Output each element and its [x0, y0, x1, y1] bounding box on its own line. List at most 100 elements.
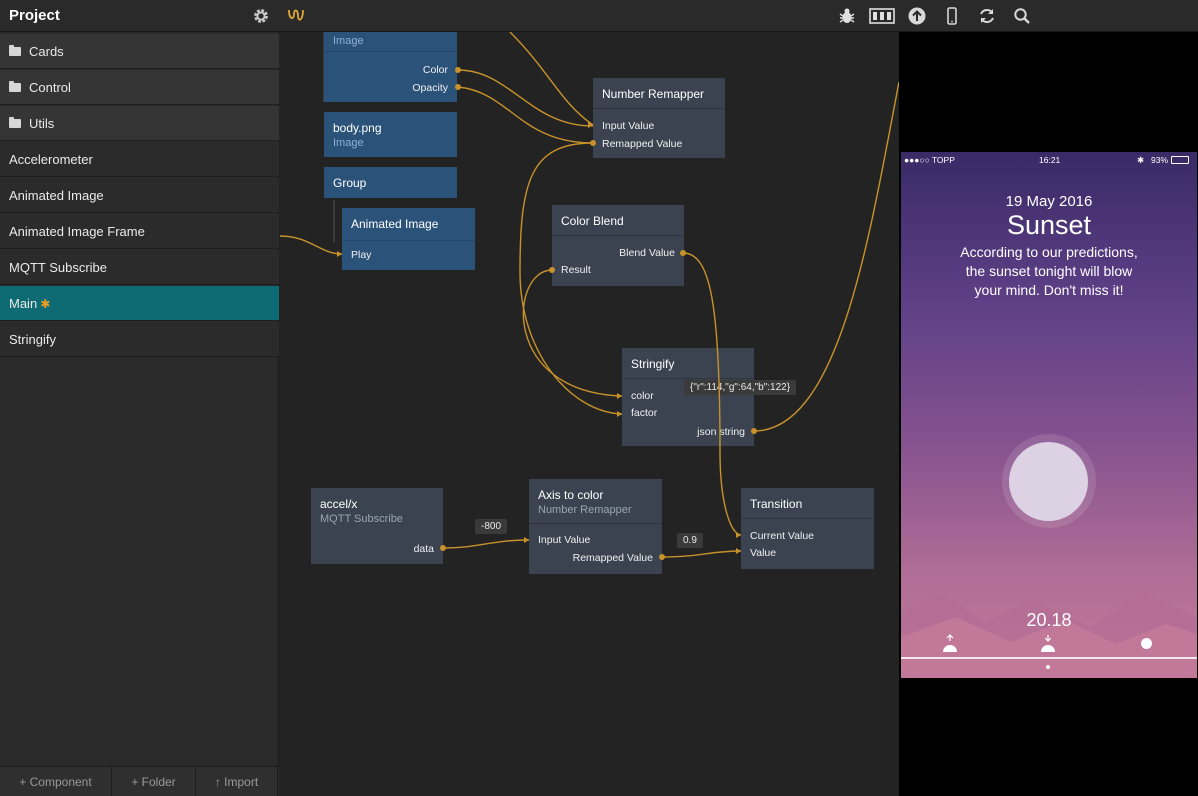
port-blend-value[interactable]: Blend Value — [619, 247, 675, 259]
node-title: Number Remapper — [602, 87, 704, 101]
port-current-value[interactable]: Current Value — [750, 530, 814, 542]
port-play[interactable]: Play — [351, 249, 371, 261]
folder-icon — [9, 47, 21, 56]
sidebar-item-mqtt-subscribe[interactable]: MQTT Subscribe — [0, 250, 279, 285]
port-input-value[interactable]: Input Value — [602, 120, 654, 132]
stringify-node[interactable]: Stringify color factor json string — [622, 348, 754, 446]
gear-icon[interactable] — [251, 6, 271, 26]
group-node[interactable]: Group — [324, 167, 457, 198]
sidebar-item-cards[interactable]: Cards — [0, 34, 279, 69]
port-factor[interactable]: factor — [631, 407, 657, 419]
node-title: Animated Image — [351, 217, 438, 231]
remapped-value-tag: 0.9 — [677, 533, 703, 548]
sidebar-item-label: Main — [9, 296, 37, 311]
sidebar-item-accelerometer[interactable]: Accelerometer — [0, 142, 279, 177]
sidebar-item-stringify[interactable]: Stringify — [0, 322, 279, 357]
node-graph-canvas[interactable]: Image Color Opacity body.png Image Group… — [280, 32, 899, 796]
number-remapper-node[interactable]: Number Remapper Input Value Remapped Val… — [593, 78, 725, 158]
port-json-string[interactable]: json string — [697, 426, 745, 438]
panels-icon[interactable] — [869, 6, 895, 26]
message-line-3: your mind. Don't miss it! — [901, 282, 1197, 298]
top-toolbar: Project — [0, 0, 1198, 32]
body-png-node[interactable]: body.png Image — [324, 112, 457, 157]
folder-icon — [9, 119, 21, 128]
port-remapped-value[interactable]: Remapped Value — [602, 138, 682, 150]
root-component-star-icon: ✱ — [40, 297, 50, 311]
sidebar-item-label: Animated Image — [9, 188, 104, 203]
node-type: Number Remapper — [538, 504, 632, 516]
node-title: Transition — [750, 497, 802, 511]
message-line-2: the sunset tonight will blow — [901, 263, 1197, 279]
sidebar-item-label: Accelerometer — [9, 152, 93, 167]
sunset-icon — [1039, 634, 1057, 654]
upload-arrow-icon: ↑ — [215, 775, 224, 789]
animated-image-node[interactable]: Animated Image Play — [342, 208, 475, 270]
phone-preview[interactable]: ●●●○○ TOPP 16:21 ✱ 93% 19 May 2016 Sunse… — [901, 152, 1197, 678]
data-value-tag: -800 — [475, 519, 507, 534]
json-value-tag: {"r":114,"g":64,"b":122} — [684, 380, 796, 395]
message-line-1: According to our predictions, — [901, 244, 1197, 260]
project-title: Project — [9, 7, 60, 24]
port-value[interactable]: Value — [750, 547, 776, 559]
upload-icon[interactable] — [907, 6, 927, 26]
sidebar-item-label: Animated Image Frame — [9, 224, 145, 239]
node-title: body.png — [333, 121, 382, 135]
import-button-label: Import — [224, 775, 258, 789]
sun-graphic — [1009, 442, 1088, 521]
port-input-value[interactable]: Input Value — [538, 534, 590, 546]
sunset-date: 19 May 2016 — [901, 193, 1197, 210]
import-button[interactable]: ↑ Import — [196, 767, 278, 796]
sidebar-item-label: Control — [29, 80, 71, 95]
color-blend-node[interactable]: Color Blend Blend Value Result — [552, 205, 684, 286]
app-window: Project — [0, 0, 1198, 796]
node-type: Image — [333, 35, 364, 47]
node-title: Group — [333, 176, 366, 190]
component-sidebar: Cards Control Utils Accelerometer Animat… — [0, 32, 279, 796]
accel-x-node[interactable]: accel/x MQTT Subscribe data — [311, 488, 443, 564]
axis-to-color-node[interactable]: Axis to color Number Remapper Input Valu… — [529, 479, 662, 574]
waveform-icon[interactable] — [286, 6, 306, 26]
clock-label: 16:21 — [1039, 155, 1060, 165]
sidebar-item-label: Cards — [29, 44, 64, 59]
port-opacity[interactable]: Opacity — [412, 82, 448, 94]
timeline-handle[interactable] — [1141, 638, 1152, 649]
sidebar-item-label: MQTT Subscribe — [9, 260, 107, 275]
sunset-time: 20.18 — [901, 610, 1197, 631]
page-indicator-dot — [1046, 665, 1050, 669]
bluetooth-icon: ✱ — [1137, 155, 1144, 166]
port-result[interactable]: Result — [561, 264, 591, 276]
port-color[interactable]: color — [631, 390, 654, 402]
sidebar-item-animated-image-frame[interactable]: Animated Image Frame — [0, 214, 279, 249]
timeline-track[interactable] — [901, 657, 1197, 659]
folder-icon — [9, 83, 21, 92]
phone-icon[interactable] — [942, 6, 962, 26]
node-title: Axis to color — [538, 488, 603, 502]
node-type: MQTT Subscribe — [320, 513, 403, 525]
transition-node[interactable]: Transition Current Value Value — [741, 488, 874, 569]
node-title: accel/x — [320, 497, 357, 511]
bug-icon[interactable] — [837, 6, 857, 26]
sunrise-icon — [941, 634, 959, 654]
port-remapped-value[interactable]: Remapped Value — [573, 552, 653, 564]
search-icon[interactable] — [1012, 6, 1032, 26]
sidebar-item-main[interactable]: Main✱ — [0, 286, 279, 321]
sidebar-item-animated-image[interactable]: Animated Image — [0, 178, 279, 213]
node-title: Color Blend — [561, 214, 624, 228]
battery-icon — [1171, 156, 1189, 164]
sidebar-item-control[interactable]: Control — [0, 70, 279, 105]
refresh-icon[interactable] — [977, 6, 997, 26]
image-node[interactable]: Image Color Opacity — [324, 32, 457, 102]
node-title: Stringify — [631, 357, 674, 371]
port-data[interactable]: data — [414, 543, 434, 555]
node-type: Image — [333, 137, 364, 149]
sunset-heading: Sunset — [901, 210, 1197, 241]
carrier-label: ●●●○○ TOPP — [904, 155, 955, 165]
battery-label: 93% — [1151, 155, 1168, 165]
add-folder-button[interactable]: + Folder — [112, 767, 196, 796]
sidebar-item-label: Stringify — [9, 332, 56, 347]
sidebar-item-utils[interactable]: Utils — [0, 106, 279, 141]
sidebar-footer: + Component + Folder ↑ Import — [0, 766, 279, 796]
port-color[interactable]: Color — [423, 64, 448, 76]
phone-status-bar: ●●●○○ TOPP 16:21 ✱ 93% — [901, 152, 1197, 168]
add-component-button[interactable]: + Component — [0, 767, 112, 796]
